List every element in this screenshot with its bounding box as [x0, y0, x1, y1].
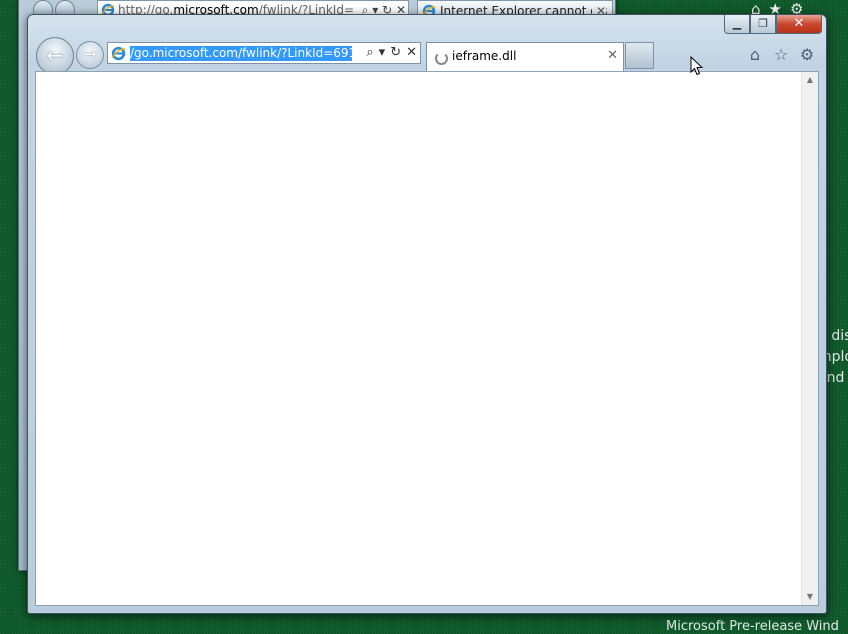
page-content[interactable]: ▲ ▼	[35, 71, 819, 606]
minimize-button[interactable]: ▁	[724, 15, 750, 34]
caption-buttons: ▁ ❐ ✕	[724, 15, 822, 35]
ie-logo-icon	[111, 46, 126, 61]
scroll-down-icon[interactable]: ▼	[802, 589, 818, 605]
tab-label: ieframe.dll	[452, 49, 517, 63]
close-button[interactable]: ✕	[776, 15, 822, 34]
browser-window[interactable]: ▁ ❐ ✕ ← → /go.microsoft.com/fwlink/?Link…	[27, 14, 827, 614]
restore-button[interactable]: ❐	[750, 15, 776, 34]
home-icon[interactable]: ⌂	[746, 45, 764, 64]
tab-close-icon[interactable]: ✕	[607, 48, 618, 63]
mouse-cursor-icon	[690, 56, 704, 76]
loading-spinner-icon	[435, 52, 448, 65]
toolbar-icons: ⌂ ☆ ⚙	[746, 45, 816, 64]
scroll-up-icon[interactable]: ▲	[802, 72, 818, 88]
search-icon[interactable]: ⌕	[366, 44, 373, 62]
vertical-scrollbar[interactable]: ▲ ▼	[801, 72, 818, 605]
refresh-icon[interactable]: ↻	[390, 44, 401, 62]
forward-button[interactable]: →	[76, 41, 104, 69]
favorites-icon[interactable]: ☆	[772, 45, 790, 64]
address-input[interactable]: /go.microsoft.com/fwlink/?LinkId=69157	[130, 46, 352, 61]
address-tools: ⌕ ▾ ↻ ✕	[366, 44, 417, 62]
gear-icon[interactable]: ⚙	[798, 45, 816, 64]
new-tab-button[interactable]	[625, 42, 654, 69]
stop-icon[interactable]: ✕	[406, 44, 417, 62]
address-bar[interactable]: /go.microsoft.com/fwlink/?LinkId=69157 ⌕…	[107, 42, 421, 64]
back-button[interactable]: ←	[36, 37, 74, 75]
tab-active[interactable]: ieframe.dll ✕	[426, 42, 624, 71]
chevron-down-icon[interactable]: ▾	[379, 44, 386, 62]
